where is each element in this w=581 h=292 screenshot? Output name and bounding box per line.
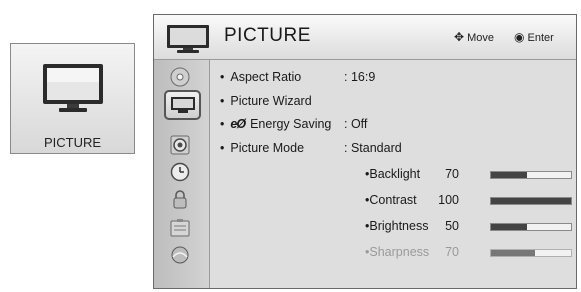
menu-header: PICTURE ✥ Move ◉ Enter [154, 15, 576, 60]
clock-icon [170, 162, 190, 182]
tv-icon [166, 24, 210, 59]
sidebar-item-setup[interactable] [167, 66, 193, 88]
energy-saving-icon: eØ [230, 117, 246, 131]
contrast-slider[interactable] [490, 197, 572, 205]
sidebar-item-lock[interactable] [167, 188, 193, 210]
energy-saving-value: : Off [344, 117, 368, 131]
sub-item-backlight[interactable]: •Backlight [365, 167, 420, 181]
menu-item-aspect-ratio[interactable]: • Aspect Ratio [220, 70, 301, 84]
sidebar-item-time[interactable] [167, 161, 193, 183]
speaker-icon [170, 135, 190, 155]
tv-icon [42, 63, 104, 120]
sub-item-sharpness[interactable]: •Sharpness [365, 245, 429, 259]
slider-fill [491, 172, 527, 178]
move-hint: ✥ Move [454, 30, 494, 44]
move-hint-label: Move [467, 32, 494, 44]
aspect-ratio-value: : 16:9 [344, 70, 376, 84]
sub-item-contrast[interactable]: •Contrast [365, 193, 417, 207]
sidebar-item-audio[interactable] [167, 134, 193, 156]
menu-content: • Aspect Ratio : 16:9 • Picture Wizard • eØ… [210, 60, 576, 288]
enter-hint: ◉ Enter [514, 30, 554, 44]
disc-icon [170, 67, 190, 87]
page-title: PICTURE [224, 25, 311, 46]
slider-fill [491, 224, 527, 230]
brightness-slider[interactable] [490, 223, 572, 231]
brightness-value: 50 [445, 219, 459, 233]
network-icon [171, 246, 189, 264]
picture-thumbnail[interactable]: PICTURE [10, 43, 135, 154]
sidebar-item-options[interactable] [167, 217, 193, 239]
move-arrows-icon: ✥ [454, 30, 465, 44]
lock-icon [173, 190, 187, 209]
sharpness-slider[interactable] [490, 249, 572, 257]
sharpness-value: 70 [445, 245, 459, 259]
ok-button-icon: ◉ [514, 30, 525, 44]
sidebar-item-network[interactable] [167, 244, 193, 266]
options-icon [170, 219, 190, 237]
enter-hint-label: Enter [527, 32, 554, 44]
slider-fill [491, 198, 571, 204]
backlight-value: 70 [445, 167, 459, 181]
picture-menu-panel: PICTURE ✥ Move ◉ Enter • Aspect Ratio: … [153, 14, 577, 289]
picture-mode-value: : Standard [344, 141, 402, 155]
contrast-value: 100 [438, 193, 459, 207]
thumbnail-label: PICTURE [43, 135, 102, 150]
sidebar-item-picture[interactable] [164, 90, 201, 120]
tv-picture-icon [170, 97, 195, 113]
sub-item-brightness[interactable]: •Brightness [365, 219, 428, 233]
backlight-slider[interactable] [490, 171, 572, 179]
menu-item-picture-wizard[interactable]: • Picture Wizard [220, 94, 312, 108]
menu-item-picture-mode[interactable]: • Picture Mode [220, 141, 304, 155]
menu-item-energy-saving[interactable]: • eØ Energy Saving [220, 117, 331, 131]
slider-fill [491, 250, 535, 256]
category-sidebar [154, 60, 210, 288]
